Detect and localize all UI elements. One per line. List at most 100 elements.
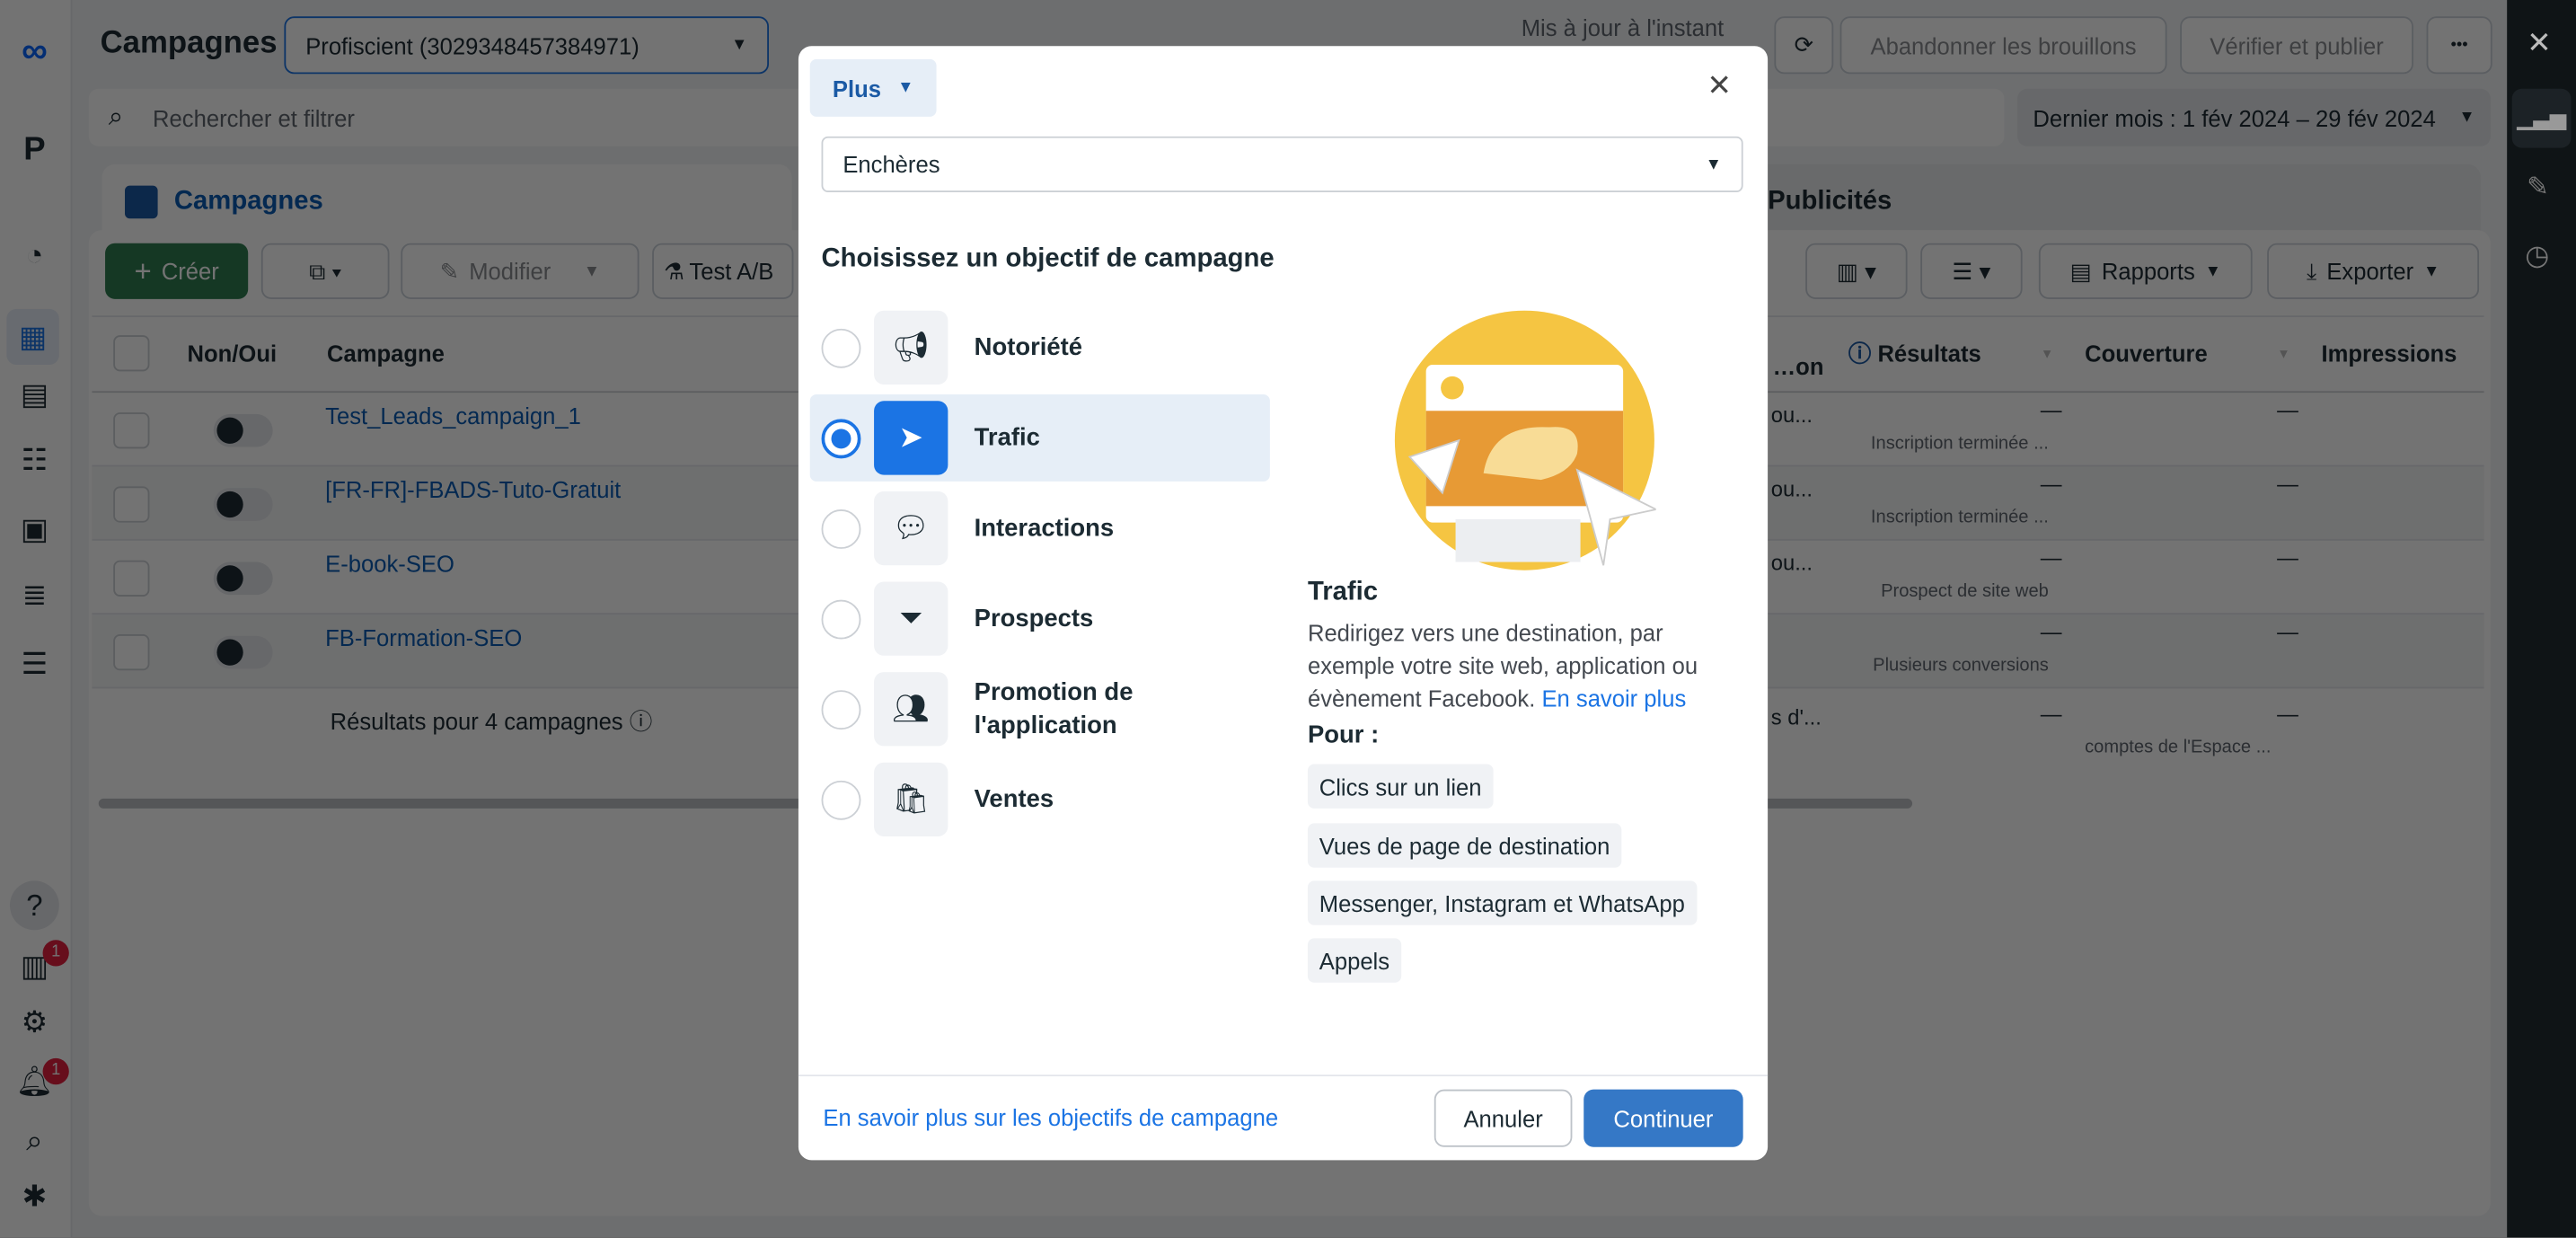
campaign-name-link[interactable]: [FR-FR]-FBADS-Tuto-Gratuit [325,476,621,502]
buying-type-value: Enchères [842,151,940,178]
date-range-picker[interactable]: Dernier mois : 1 fév 2024 – 29 fév 2024 ▼ [2017,88,2491,146]
buying-type-select[interactable]: Enchères ▼ [821,136,1743,193]
help-icon[interactable]: ? [9,880,59,931]
pencil-icon[interactable]: ✎ [2527,171,2549,204]
account-name: Profiscient (3029348457384971) [305,31,640,58]
duplicate-button[interactable]: ⧉ ▾ [260,243,390,299]
meta-logo-icon[interactable]: ∞ [13,30,57,73]
pages-icon[interactable]: ▤ [13,378,57,421]
close-icon[interactable]: ✕ [1707,69,1732,103]
row-checkbox[interactable] [113,634,150,671]
refresh-button[interactable]: ⟳ [1774,16,1834,75]
row-checkbox[interactable] [113,412,150,449]
reports-icon: ▤ [2069,257,2092,284]
tab-ads[interactable]: Publicités [1768,164,2481,241]
col-header-toggle[interactable]: Non/Oui [188,315,278,391]
bug-report-icon[interactable]: ✱ [13,1180,57,1223]
objectives-help-link[interactable]: En savoir plus sur les objectifs de camp… [823,1104,1278,1130]
update-status: Mis à jour à l'instant [1521,14,1725,41]
col-header-impressions[interactable]: Impressions [2321,315,2457,391]
profiscient-logo-icon[interactable]: P [13,131,57,174]
objective-radio[interactable] [821,780,861,820]
objective-radio[interactable] [821,690,861,730]
catalog-icon[interactable]: ▣ [13,513,57,556]
for-label: Pour : [1307,721,1380,750]
reports-button[interactable]: ▤ Rapports ▼ [2038,243,2253,299]
sort-icon: ▼ [2040,346,2054,361]
select-all-checkbox[interactable] [113,335,150,372]
audiences-icon[interactable]: ☷ [13,444,57,487]
discard-drafts-button[interactable]: Abandonner les brouillons [1839,16,2167,75]
ab-test-button[interactable]: ⚗ Test A/B [652,243,794,299]
objective-option[interactable]: ➤ Trafic [809,394,1270,482]
campaign-name-link[interactable]: E-book-SEO [325,551,454,577]
campaign-toggle[interactable] [213,413,273,447]
col-header-results[interactable]: ⓘ Résultats ▼ [1848,315,2054,391]
campaign-name-link[interactable]: FB-Formation-SEO [325,624,522,650]
history-clock-icon[interactable]: ◷ [2525,240,2549,273]
objective-option[interactable]: 👥︎ Promotion de l'application [810,666,1270,753]
app: ∞ P ◔ ▦ ▤ ☷ ▣ ≣ ☰ ? ▥ 1 ⚙ 🔔︎ 1 ⌕ ✱ Campa… [0,0,2576,1238]
objective-radio[interactable] [821,328,861,368]
page-title: Campagnes [100,26,278,61]
objective-option[interactable]: ⏷ Prospects [810,575,1270,662]
account-selector[interactable]: Profiscient (3029348457384971) ▼ [284,16,770,75]
info-icon: ⓘ [1848,340,1872,367]
flask-icon: ⚗ [663,257,684,284]
cell-partial: ou... [1770,476,1813,501]
dashboard-gauge-icon[interactable]: ◔ [13,238,57,281]
billing-icon[interactable]: ≣ [13,579,57,622]
breakdown-button[interactable]: ☰ ▾ [1920,243,2023,299]
edit-button[interactable]: ✎ Modifier ▼ [401,243,640,299]
campaign-name-link[interactable]: Test_Leads_campaign_1 [325,402,581,429]
chevron-down-icon: ▼ [2204,261,2221,280]
cursor-icon: ➤ [874,401,948,475]
campaigns-table-icon[interactable]: ▦ [6,308,59,366]
objective-radio[interactable] [821,509,861,549]
mode-dropdown[interactable]: Plus ▼ [809,58,937,117]
use-chip: Vues de page de destination [1307,823,1622,868]
row-checkbox[interactable] [113,486,150,523]
col-header-campaign[interactable]: Campagne [327,315,445,391]
objective-radio[interactable] [821,599,861,640]
cancel-button[interactable]: Annuler [1434,1089,1573,1147]
review-publish-button[interactable]: Vérifier et publier [2180,16,2413,75]
objective-radio[interactable] [821,419,861,459]
close-panel-icon[interactable]: ✕ [2527,26,2552,60]
reports-label: Rapports [2101,258,2195,285]
columns-button[interactable]: ▥ ▾ [1805,243,1908,299]
edit-label: Modifier [469,258,551,285]
objective-option[interactable]: 🛍︎ Ventes [810,756,1270,843]
search-input[interactable]: Rechercher et filtrer [153,104,355,130]
chevron-down-icon: ▼ [2458,108,2475,127]
cell-results-sub: Plusieurs conversions [1873,655,2049,676]
learn-more-link[interactable]: En savoir plus [1541,685,1686,712]
tab-campaigns[interactable]: Campagnes [101,164,792,241]
col-header-reach[interactable]: Couverture ▼ [2085,315,2290,391]
objective-option[interactable]: 💬︎ Interactions [810,485,1270,572]
ab-test-label: Test A/B [689,258,774,285]
shopping-bag-icon: 🛍︎ [874,762,948,837]
objective-option[interactable]: 📢︎ Notoriété [810,304,1270,391]
chart-bars-icon[interactable]: ▁▃▅ [2511,88,2572,148]
create-button[interactable]: + Créer [105,243,249,299]
chevron-down-icon: ▼ [583,261,601,280]
campaign-toggle[interactable] [213,562,273,596]
row-checkbox[interactable] [113,560,150,597]
search-icon[interactable]: ⌕ [13,1124,57,1167]
objective-detail-title: Trafic [1307,578,1379,606]
info-icon: ⓘ [629,708,653,735]
cell-results-sub: Inscription terminée ... [1870,433,2049,454]
more-options-button[interactable]: ••• [2426,16,2492,75]
download-icon: ⤓ [2306,257,2317,284]
menu-icon[interactable]: ☰ [13,648,57,691]
campaign-toggle[interactable] [213,488,273,521]
cell-results: — [2040,545,2062,570]
tab-ads-label: Publicités [1768,187,1892,216]
export-button[interactable]: ⤓ Exporter ▼ [2267,243,2480,299]
settings-gear-icon[interactable]: ⚙ [13,1005,57,1048]
cell-results-sub: Prospect de site web [1881,581,2049,602]
campaign-toggle[interactable] [213,635,273,669]
continue-button[interactable]: Continuer [1584,1089,1743,1147]
date-range-label: Dernier mois : 1 fév 2024 – 29 fév 2024 [2033,104,2436,131]
